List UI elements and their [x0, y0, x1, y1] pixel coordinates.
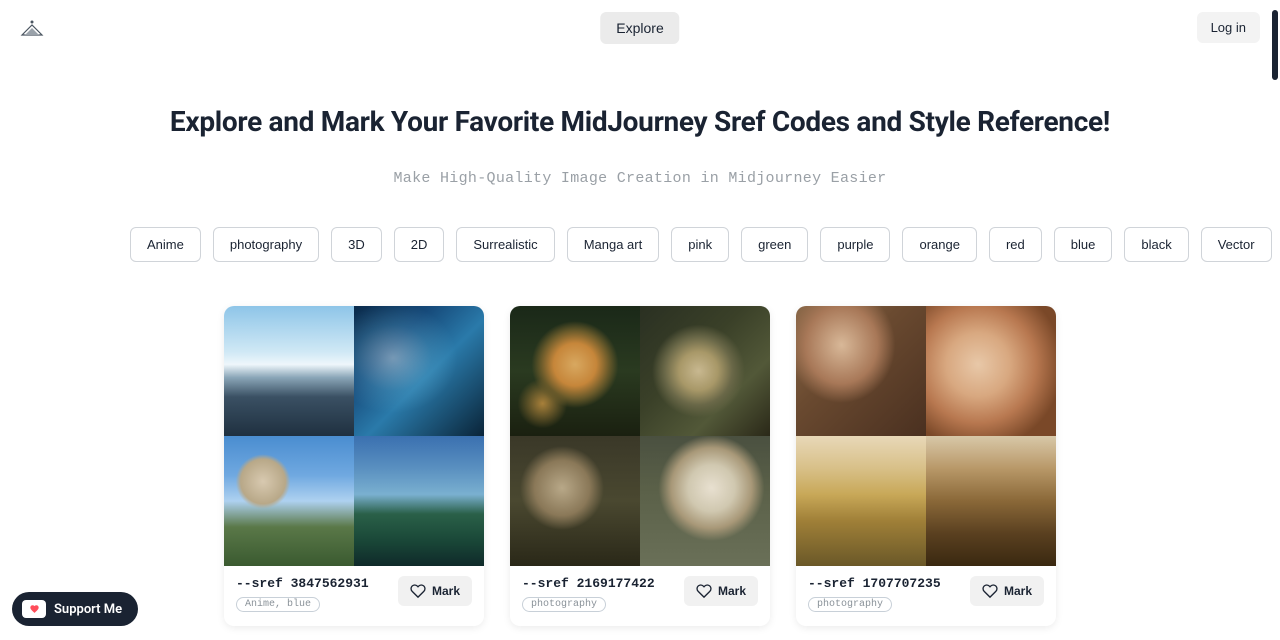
scrollbar-thumb[interactable] [1272, 10, 1278, 80]
sref-card[interactable]: --sref 2169177422 photography Mark [510, 306, 770, 626]
tag-3d[interactable]: 3D [331, 227, 382, 262]
tag-photography[interactable]: photography [213, 227, 319, 262]
tag-purple[interactable]: purple [820, 227, 890, 262]
tag-anime[interactable]: Anime [130, 227, 201, 262]
site-logo[interactable] [20, 19, 44, 37]
tag-green[interactable]: green [741, 227, 808, 262]
tag-black[interactable]: black [1124, 227, 1188, 262]
sref-card[interactable]: --sref 3847562931 Anime, blue Mark [224, 306, 484, 626]
tag-vector[interactable]: Vector [1201, 227, 1272, 262]
tag-orange[interactable]: orange [902, 227, 976, 262]
tag-row: Anime photography 3D 2D Surrealistic Man… [0, 227, 1280, 262]
sref-tags: photography [808, 597, 892, 612]
nav-explore[interactable]: Explore [600, 12, 679, 44]
heart-icon [982, 583, 998, 599]
page-subtitle: Make High-Quality Image Creation in Midj… [40, 170, 1240, 187]
sref-code: --sref 3847562931 [236, 576, 390, 591]
mark-label: Mark [432, 584, 460, 598]
tag-blue[interactable]: blue [1054, 227, 1113, 262]
sref-code: --sref 2169177422 [522, 576, 676, 591]
tag-surrealistic[interactable]: Surrealistic [456, 227, 554, 262]
card-grid: --sref 3847562931 Anime, blue Mark --sre… [0, 306, 1280, 626]
mark-label: Mark [718, 584, 746, 598]
sref-code: --sref 1707707235 [808, 576, 962, 591]
heart-icon [410, 583, 426, 599]
tag-manga-art[interactable]: Manga art [567, 227, 660, 262]
kofi-icon [22, 600, 46, 618]
support-button[interactable]: Support Me [12, 592, 138, 626]
sref-tags: photography [522, 597, 606, 612]
card-thumbnail [224, 306, 484, 566]
card-thumbnail [796, 306, 1056, 566]
page-title: Explore and Mark Your Favorite MidJourne… [40, 105, 1240, 138]
mark-button[interactable]: Mark [398, 576, 472, 606]
sref-tags: Anime, blue [236, 597, 320, 612]
card-thumbnail [510, 306, 770, 566]
tag-pink[interactable]: pink [671, 227, 729, 262]
login-button[interactable]: Log in [1197, 12, 1260, 43]
mark-button[interactable]: Mark [684, 576, 758, 606]
tag-2d[interactable]: 2D [394, 227, 445, 262]
sref-card[interactable]: --sref 1707707235 photography Mark [796, 306, 1056, 626]
mark-label: Mark [1004, 584, 1032, 598]
tag-red[interactable]: red [989, 227, 1042, 262]
heart-icon [696, 583, 712, 599]
mark-button[interactable]: Mark [970, 576, 1044, 606]
support-label: Support Me [54, 602, 122, 617]
